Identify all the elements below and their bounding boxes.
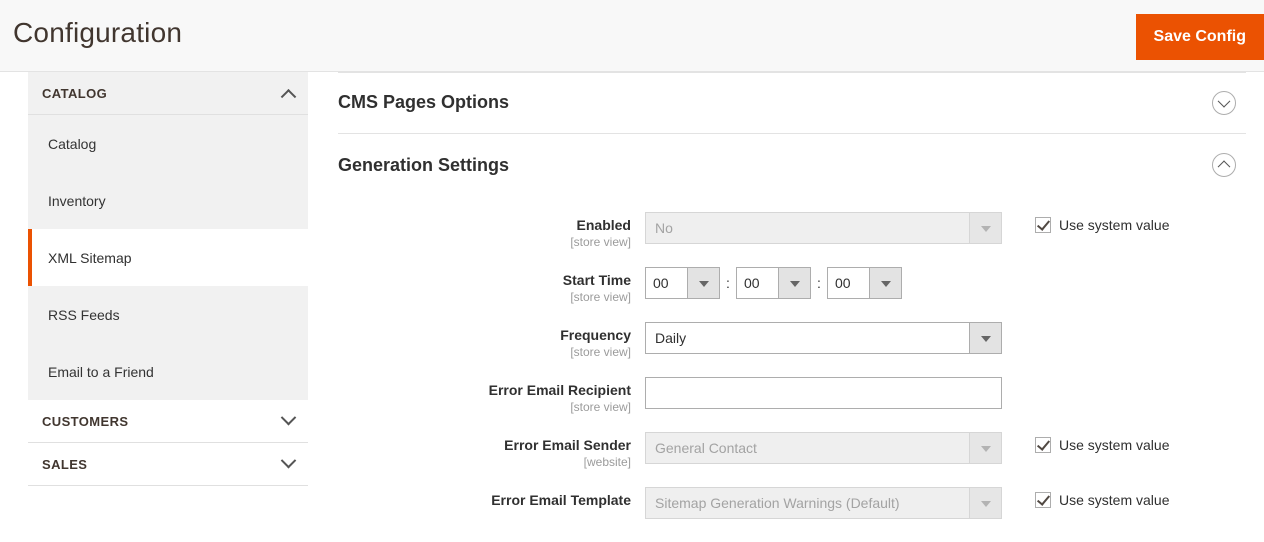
use-system-value-error-email-template[interactable]: Use system value (1035, 492, 1169, 508)
field-scope: [store view] (570, 400, 631, 414)
field-row-enabled: Enabled [store view] No Use system value (338, 212, 1264, 267)
sidebar-item-xml-sitemap[interactable]: XML Sitemap (28, 229, 308, 286)
chevron-down-icon (280, 409, 297, 426)
sidebar-item-label: Catalog (48, 135, 97, 152)
sidebar-item-rss-feeds[interactable]: RSS Feeds (28, 286, 308, 343)
field-control-col: Sitemap Generation Warnings (Default) (645, 487, 1002, 519)
section-title: Generation Settings (338, 154, 510, 175)
chevron-down-icon (280, 452, 297, 469)
field-control-col: General Contact (645, 432, 1002, 464)
sidebar-item-catalog[interactable]: Catalog (28, 115, 308, 172)
use-system-value-checkbox[interactable] (1035, 217, 1051, 233)
field-label-col: Error Email Sender [website] (338, 432, 645, 470)
use-system-value-enabled[interactable]: Use system value (1035, 217, 1169, 233)
sidebar-item-inventory[interactable]: Inventory (28, 172, 308, 229)
enabled-select[interactable]: No (645, 212, 1002, 244)
field-label-col: Enabled [store view] (338, 212, 645, 250)
field-label: Error Email Template (491, 492, 631, 508)
use-system-value-error-email-sender[interactable]: Use system value (1035, 437, 1169, 453)
field-scope: [store view] (570, 235, 631, 249)
field-label-col: Frequency [store view] (338, 322, 645, 360)
circle-chevron-up-icon[interactable] (1212, 153, 1236, 177)
field-label-col: Start Time [store view] (338, 267, 645, 305)
field-control-col: Daily (645, 322, 1002, 354)
field-label: Start Time (562, 272, 631, 288)
config-main-content: CMS Pages Options Generation Settings En… (338, 72, 1264, 524)
page-title: Configuration (13, 17, 183, 48)
field-control-col (645, 377, 1002, 409)
field-label-col: Error Email Recipient [store view] (338, 377, 645, 415)
sidebar-item-label: RSS Feeds (48, 306, 120, 323)
section-header-generation-settings[interactable]: Generation Settings (338, 134, 1246, 196)
chevron-down-icon (869, 268, 901, 298)
chevron-down-icon (778, 268, 810, 298)
frequency-select-value: Daily (655, 330, 687, 346)
sidebar-item-label: XML Sitemap (48, 249, 132, 266)
config-nav-sidebar: CATALOG Catalog Inventory XML Sitemap RS… (28, 72, 308, 524)
chevron-down-icon (969, 213, 1001, 243)
enabled-select-value: No (655, 220, 673, 236)
use-system-value-checkbox[interactable] (1035, 437, 1051, 453)
workspace: CATALOG Catalog Inventory XML Sitemap RS… (0, 72, 1264, 524)
time-separator: : (817, 275, 821, 291)
field-control-col: No (645, 212, 1002, 244)
field-row-start-time: Start Time [store view] 00 : 00 : 00 (338, 267, 1264, 322)
field-control-col: 00 : 00 : 00 (645, 267, 902, 299)
field-label-col: Error Email Template (338, 487, 645, 510)
field-row-error-email-recipient: Error Email Recipient [store view] (338, 377, 1264, 432)
section-header-cms-pages-options[interactable]: CMS Pages Options (338, 72, 1246, 134)
nav-section-catalog-label: CATALOG (42, 85, 108, 101)
frequency-select[interactable]: Daily (645, 322, 1002, 354)
field-row-frequency: Frequency [store view] Daily (338, 322, 1264, 377)
circle-chevron-down-icon[interactable] (1212, 90, 1236, 115)
field-scope: [website] (583, 455, 631, 469)
chevron-down-icon (969, 433, 1001, 463)
field-label: Frequency (560, 327, 631, 343)
chevron-down-icon (969, 323, 1001, 353)
generation-settings-fieldset: Enabled [store view] No Use system value (338, 196, 1264, 542)
chevron-up-icon (280, 88, 297, 105)
sidebar-item-email-to-a-friend[interactable]: Email to a Friend (28, 343, 308, 400)
chevron-down-icon (969, 488, 1001, 518)
error-email-template-select[interactable]: Sitemap Generation Warnings (Default) (645, 487, 1002, 519)
section-title: CMS Pages Options (338, 92, 510, 112)
time-separator: : (726, 275, 730, 291)
start-time-hours-select[interactable]: 00 (645, 267, 720, 299)
chevron-down-icon (687, 268, 719, 298)
field-row-error-email-template: Error Email Template Sitemap Generation … (338, 487, 1264, 542)
use-system-value-label: Use system value (1059, 217, 1170, 233)
field-label: Error Email Recipient (488, 382, 631, 398)
start-time-seconds-select[interactable]: 00 (827, 267, 902, 299)
field-label: Enabled (576, 217, 631, 233)
start-time-minutes-select[interactable]: 00 (736, 267, 811, 299)
nav-items-catalog: Catalog Inventory XML Sitemap RSS Feeds … (28, 115, 308, 400)
start-time-minutes-value: 00 (744, 275, 760, 291)
nav-section-sales[interactable]: SALES (28, 443, 308, 486)
error-email-sender-select[interactable]: General Contact (645, 432, 1002, 464)
use-system-value-label: Use system value (1059, 437, 1170, 453)
nav-section-catalog[interactable]: CATALOG (28, 72, 308, 115)
save-config-button[interactable]: Save Config (1135, 14, 1264, 60)
nav-section-sales-label: SALES (42, 456, 88, 472)
use-system-value-checkbox[interactable] (1035, 492, 1051, 508)
field-scope: [store view] (570, 290, 631, 304)
use-system-value-label: Use system value (1059, 492, 1170, 508)
field-label: Error Email Sender (504, 437, 631, 453)
start-time-hours-value: 00 (653, 275, 669, 291)
error-email-template-value: Sitemap Generation Warnings (Default) (655, 495, 900, 511)
sidebar-item-label: Email to a Friend (48, 363, 154, 380)
nav-section-customers[interactable]: CUSTOMERS (28, 400, 308, 443)
start-time-seconds-value: 00 (835, 275, 851, 291)
field-row-error-email-sender: Error Email Sender [website] General Con… (338, 432, 1264, 487)
sidebar-item-label: Inventory (48, 192, 106, 209)
error-email-sender-value: General Contact (655, 440, 757, 456)
nav-section-customers-label: CUSTOMERS (42, 413, 129, 429)
page-header: Configuration Save Config (0, 0, 1264, 72)
field-scope: [store view] (570, 345, 631, 359)
error-email-recipient-input[interactable] (645, 377, 1002, 409)
